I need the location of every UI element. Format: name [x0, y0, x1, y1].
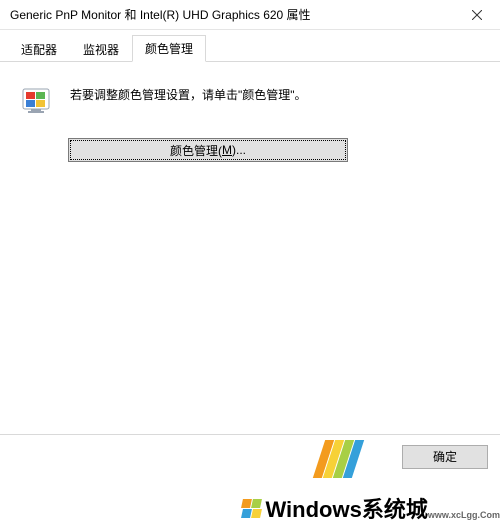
ok-button[interactable]: 确定 — [402, 445, 488, 469]
color-management-button[interactable]: 颜色管理(M)... — [68, 138, 348, 162]
watermark: Windows系统城 www.xcLgg.Com — [241, 492, 500, 524]
description-row: 若要调整颜色管理设置，请单击"颜色管理"。 — [20, 84, 480, 120]
tab-label: 监视器 — [83, 43, 119, 57]
tab-color-management[interactable]: 颜色管理 — [132, 35, 206, 62]
windows-logo-icon — [241, 498, 261, 518]
decorative-bars — [318, 440, 358, 478]
tab-label: 适配器 — [21, 43, 57, 57]
properties-window: Generic PnP Monitor 和 Intel(R) UHD Graph… — [0, 0, 500, 526]
description-text: 若要调整颜色管理设置，请单击"颜色管理"。 — [70, 84, 307, 103]
tab-monitor[interactable]: 监视器 — [70, 36, 132, 62]
tab-panel-color-management: 若要调整颜色管理设置，请单击"颜色管理"。 颜色管理(M)... — [0, 62, 500, 452]
dialog-footer: 确定 — [0, 434, 500, 478]
tab-label: 颜色管理 — [145, 42, 193, 56]
close-icon — [472, 10, 482, 20]
watermark-brand-en: www.xcLgg.Com — [428, 510, 500, 520]
button-hotkey: M — [222, 143, 232, 157]
tab-adapter[interactable]: 适配器 — [8, 36, 70, 62]
watermark-brand-cn: Windows系统城 — [265, 492, 427, 524]
color-management-icon — [20, 84, 56, 120]
tabstrip: 适配器 监视器 颜色管理 — [0, 36, 500, 62]
button-label-prefix: 颜色管理( — [170, 142, 222, 159]
button-label-suffix: )... — [232, 143, 246, 157]
close-button[interactable] — [454, 0, 500, 30]
window-title: Generic PnP Monitor 和 Intel(R) UHD Graph… — [10, 6, 311, 23]
button-label: 确定 — [433, 448, 457, 465]
titlebar: Generic PnP Monitor 和 Intel(R) UHD Graph… — [0, 0, 500, 30]
